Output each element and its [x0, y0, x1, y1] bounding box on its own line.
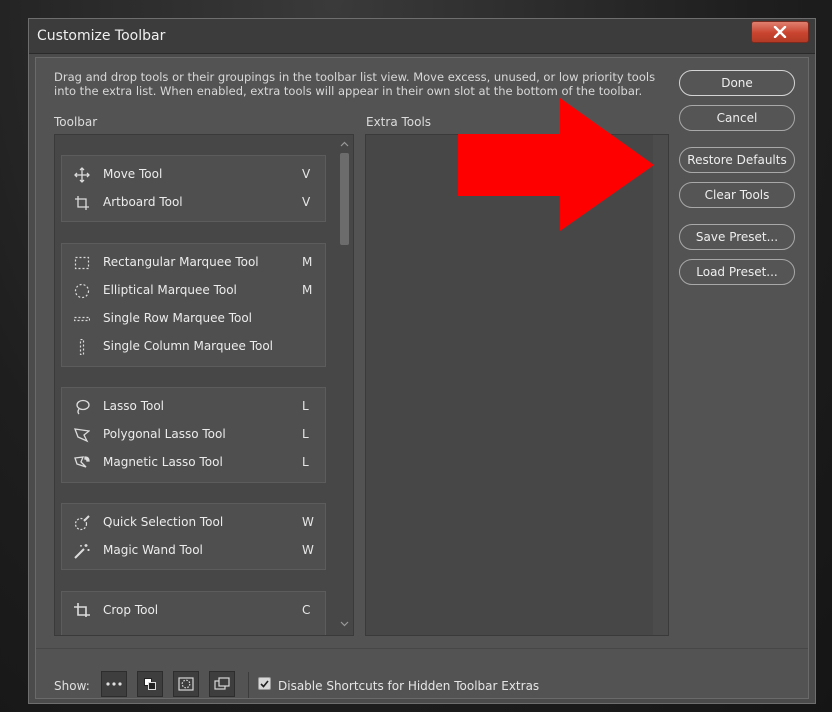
tool-name: Artboard Tool [103, 195, 183, 209]
extra-tools-list[interactable] [365, 134, 669, 636]
column-marquee-icon [74, 339, 90, 355]
scroll-thumb[interactable] [340, 153, 349, 245]
tool-shortcut: W [302, 543, 314, 557]
tool-name: Magnetic Lasso Tool [103, 455, 223, 469]
tool-group-selection[interactable]: Quick Selection Tool W Magic Wand Tool W [61, 503, 326, 570]
done-button[interactable]: Done [679, 70, 795, 96]
tool-group-crop[interactable]: Crop Tool C [61, 591, 326, 635]
clear-tools-button[interactable]: Clear Tools [679, 182, 795, 208]
disable-shortcuts-label[interactable]: Disable Shortcuts for Hidden Toolbar Ext… [278, 679, 539, 693]
show-quick-mask-button[interactable] [173, 671, 199, 697]
magnetic-lasso-icon [74, 455, 90, 471]
footer-divider [36, 648, 808, 649]
color-swatches-icon [144, 678, 156, 690]
toolbar-list-scrollbar[interactable] [336, 135, 353, 635]
tool-row-ellipse-marquee[interactable]: Elliptical Marquee Tool M [62, 277, 325, 305]
cancel-button[interactable]: Cancel [679, 105, 795, 131]
tool-row-crop[interactable]: Crop Tool C [62, 597, 325, 625]
disable-shortcuts-checkbox[interactable] [258, 677, 271, 690]
tool-name: Magic Wand Tool [103, 543, 203, 557]
dialog-title: Customize Toolbar [37, 28, 166, 44]
restore-defaults-button[interactable]: Restore Defaults [679, 147, 795, 173]
more-dots-icon [106, 682, 122, 686]
tool-row-rect-marquee[interactable]: Rectangular Marquee Tool M [62, 249, 325, 277]
tool-group-lasso[interactable]: Lasso Tool L Polygonal Lasso Tool L Magn… [61, 387, 326, 483]
tool-shortcut: L [302, 455, 309, 469]
tool-name: Quick Selection Tool [103, 515, 224, 529]
customize-toolbar-dialog: Customize Toolbar Drag and drop tools or… [28, 18, 816, 704]
tool-row-magnetic-lasso[interactable]: Magnetic Lasso Tool L [62, 449, 325, 477]
extra-tools-column-label: Extra Tools [366, 115, 432, 129]
close-button[interactable] [751, 21, 809, 43]
tool-name: Single Row Marquee Tool [103, 311, 253, 325]
tool-group-marquee[interactable]: Rectangular Marquee Tool M Elliptical Ma… [61, 243, 326, 367]
magic-wand-icon [74, 543, 90, 559]
save-preset-button[interactable]: Save Preset... [679, 224, 795, 250]
tool-row-lasso[interactable]: Lasso Tool L [62, 393, 325, 421]
tool-name: Single Column Marquee Tool [103, 339, 274, 353]
extra-tools-scrollbar[interactable] [653, 135, 668, 635]
tool-shortcut: V [302, 195, 311, 209]
tool-name: Rectangular Marquee Tool [103, 255, 259, 269]
toolbar-column-label: Toolbar [54, 115, 98, 129]
tool-shortcut: V [302, 167, 311, 181]
tool-shortcut: W [302, 515, 314, 529]
footer-separator [248, 672, 249, 698]
move-icon [74, 167, 90, 183]
tool-shortcut: M [302, 283, 313, 297]
quick-mask-icon [178, 677, 194, 691]
lasso-icon [74, 399, 90, 415]
polygonal-lasso-icon [74, 427, 90, 443]
tool-name: Polygonal Lasso Tool [103, 427, 226, 441]
tool-name: Elliptical Marquee Tool [103, 283, 237, 297]
tool-shortcut: L [302, 427, 309, 441]
dialog-body: Drag and drop tools or their groupings i… [35, 57, 809, 699]
close-icon [773, 26, 787, 38]
scroll-up-icon[interactable] [339, 139, 350, 149]
tool-row-magic-wand[interactable]: Magic Wand Tool W [62, 537, 325, 565]
tool-group-move[interactable]: Move Tool V Artboard Tool V [61, 155, 326, 222]
tool-row-artboard[interactable]: Artboard Tool V [62, 189, 325, 217]
row-marquee-icon [74, 311, 90, 327]
tool-shortcut: C [302, 603, 311, 617]
show-screen-modes-button[interactable] [209, 671, 235, 697]
show-extra-tools-button[interactable] [101, 671, 127, 697]
tool-row-quick-selection[interactable]: Quick Selection Tool W [62, 509, 325, 537]
tool-row-move[interactable]: Move Tool V [62, 161, 325, 189]
scroll-down-icon[interactable] [339, 619, 350, 629]
show-label: Show: [54, 679, 90, 693]
checkmark-icon [260, 679, 269, 688]
ellipse-marquee-icon [74, 283, 90, 299]
tool-row-polygonal-lasso[interactable]: Polygonal Lasso Tool L [62, 421, 325, 449]
tool-name: Move Tool [103, 167, 163, 181]
toolbar-list[interactable]: Move Tool V Artboard Tool V Rectangular … [54, 134, 354, 636]
instructions-text: Drag and drop tools or their groupings i… [54, 70, 656, 98]
tool-row-row-marquee[interactable]: Single Row Marquee Tool [62, 305, 325, 333]
load-preset-button[interactable]: Load Preset... [679, 259, 795, 285]
tool-shortcut: M [302, 255, 313, 269]
show-color-swatches-button[interactable] [137, 671, 163, 697]
screen-mode-icon [214, 677, 230, 690]
crop-icon [74, 603, 90, 619]
title-bar[interactable]: Customize Toolbar [29, 19, 815, 54]
artboard-icon [74, 195, 90, 211]
tool-row-column-marquee[interactable]: Single Column Marquee Tool [62, 333, 325, 361]
tool-name: Lasso Tool [103, 399, 165, 413]
quick-selection-icon [74, 515, 90, 531]
tool-name: Crop Tool [103, 603, 159, 617]
tool-shortcut: L [302, 399, 309, 413]
rect-marquee-icon [74, 255, 90, 271]
